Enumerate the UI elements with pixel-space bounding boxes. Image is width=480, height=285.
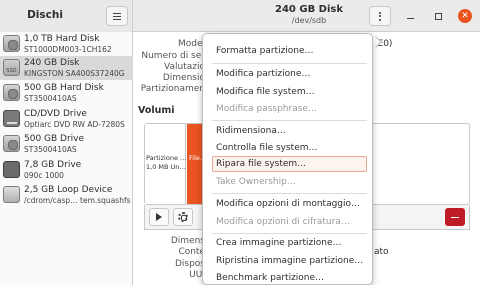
drive-name: 2,5 GB Loop Device — [24, 185, 113, 195]
menu-item-restore-image[interactable]: Ripristina immagine partizione… — [214, 253, 366, 269]
drive-model: /cdrom/casp… tem.squashfs — [24, 196, 131, 205]
partition-menu: Formatta partizione… Modifica partizione… — [202, 33, 373, 285]
volumes-heading: Volumi — [138, 105, 175, 116]
prop-label-serial: Numero di ser — [141, 51, 205, 61]
menu-separator — [212, 193, 367, 194]
prop-label-size: Dimensio — [162, 73, 205, 83]
close-button[interactable]: ✕ — [458, 9, 472, 23]
menu-item-encryption-options: Modifica opzioni di cifratura… — [216, 217, 350, 227]
drive-list: 1,0 TB Hard Disk ST1000DM003-1CH162 240 … — [0, 32, 133, 285]
drive-item[interactable]: 500 GB Hard Disk ST3500410AS — [0, 81, 133, 105]
app-title: Dischi — [27, 9, 63, 21]
usb-drive-icon — [3, 161, 20, 178]
menu-item-edit-partition[interactable]: Modifica partizione… — [214, 66, 366, 82]
menu-item-format[interactable]: Formatta partizione… — [214, 43, 366, 59]
partition-options-button[interactable] — [173, 208, 193, 226]
main-menu-button[interactable] — [106, 6, 128, 26]
menu-item-edit-passphrase: Modifica passphrase… — [216, 104, 317, 114]
drive-item[interactable]: 2,5 GB Loop Device /cdrom/casp… tem.squa… — [0, 183, 133, 207]
partition-block[interactable]: Partizione … 1,0 MB Un… — [145, 124, 187, 204]
maximize-icon — [434, 12, 442, 20]
prop-label-partitioning: Partizionamen — [140, 84, 205, 94]
prop-label-assessment: Valutazio — [164, 62, 205, 72]
menu-item-edit-filesystem[interactable]: Modifica file system… — [214, 84, 366, 100]
drive-name: 500 GB Hard Disk — [24, 83, 104, 93]
drive-item[interactable]: 500 GB Drive ST3500410AS — [0, 132, 133, 156]
menu-separator — [212, 120, 367, 121]
loop-device-icon — [3, 186, 20, 203]
optical-drive-icon — [3, 110, 20, 127]
hard-disk-icon — [3, 84, 20, 101]
partition-label: Partizione … — [146, 154, 187, 162]
minimize-button[interactable] — [403, 9, 417, 23]
kebab-icon — [379, 11, 381, 14]
prop-label-device: Dispos — [174, 259, 205, 269]
drive-name: CD/DVD Drive — [24, 109, 87, 119]
play-icon — [156, 213, 162, 221]
drive-name: 1,0 TB Hard Disk — [24, 34, 100, 44]
prop-label-model: Model — [177, 39, 205, 49]
gear-icon — [178, 212, 188, 222]
hard-disk-icon — [3, 135, 20, 152]
minimize-icon — [406, 17, 414, 19]
ssd-icon — [3, 59, 20, 76]
menu-item-resize[interactable]: Ridimensiona… — [214, 123, 366, 139]
prop-label-vol-size: Dimens — [170, 236, 205, 246]
drive-name: 240 GB Disk — [24, 58, 80, 68]
minus-icon — [451, 216, 459, 218]
partition-size: 1,0 MB Un… — [146, 163, 186, 171]
close-icon: ✕ — [461, 10, 469, 21]
menu-separator — [212, 63, 367, 64]
header-bar: Dischi 240 GB Disk /dev/sdb ✕ — [0, 0, 480, 32]
drive-item[interactable]: 1,0 TB Hard Disk ST1000DM003-1CH162 — [0, 32, 133, 56]
drive-model: ST3500410AS — [24, 94, 77, 103]
disk-subtitle: /dev/sdb — [291, 16, 327, 25]
menu-separator — [212, 233, 367, 234]
drive-model: KINGSTON SA400S37240G — [24, 69, 125, 78]
maximize-button[interactable] — [431, 9, 445, 23]
menu-item-benchmark[interactable]: Benchmark partizione… — [214, 270, 366, 285]
menu-item-create-image[interactable]: Crea immagine partizione… — [214, 235, 366, 251]
drive-model: 090c 1000 — [24, 171, 64, 180]
drive-item[interactable]: CD/DVD Drive Optiarc DVD RW AD-7280S — [0, 107, 133, 131]
hamburger-icon — [113, 12, 121, 20]
drive-menu-button[interactable] — [369, 6, 391, 26]
hard-disk-icon — [3, 35, 20, 52]
drive-model: ST1000DM003-1CH162 — [24, 45, 112, 54]
drive-item[interactable]: 7,8 GB Drive 090c 1000 — [0, 158, 133, 182]
drive-name: 7,8 GB Drive — [24, 160, 82, 170]
drive-item-selected[interactable]: 240 GB Disk KINGSTON SA400S37240G — [0, 56, 133, 80]
drive-name: 500 GB Drive — [24, 134, 85, 144]
delete-partition-button[interactable] — [445, 208, 465, 226]
contents-value: ato — [374, 247, 389, 257]
disk-title: 240 GB Disk — [275, 4, 343, 15]
drive-model: ST3500410AS — [24, 145, 77, 154]
sidebar-header: Dischi — [0, 0, 133, 32]
menu-item-repair-filesystem[interactable]: Ripara file system… — [212, 156, 367, 172]
menu-item-mount-options[interactable]: Modifica opzioni di montaggio… — [214, 196, 366, 212]
menu-item-take-ownership: Take Ownership… — [216, 177, 296, 187]
mount-button[interactable] — [149, 208, 169, 226]
menu-item-check-filesystem[interactable]: Controlla file system… — [214, 140, 366, 156]
drive-model: Optiarc DVD RW AD-7280S — [24, 120, 125, 129]
